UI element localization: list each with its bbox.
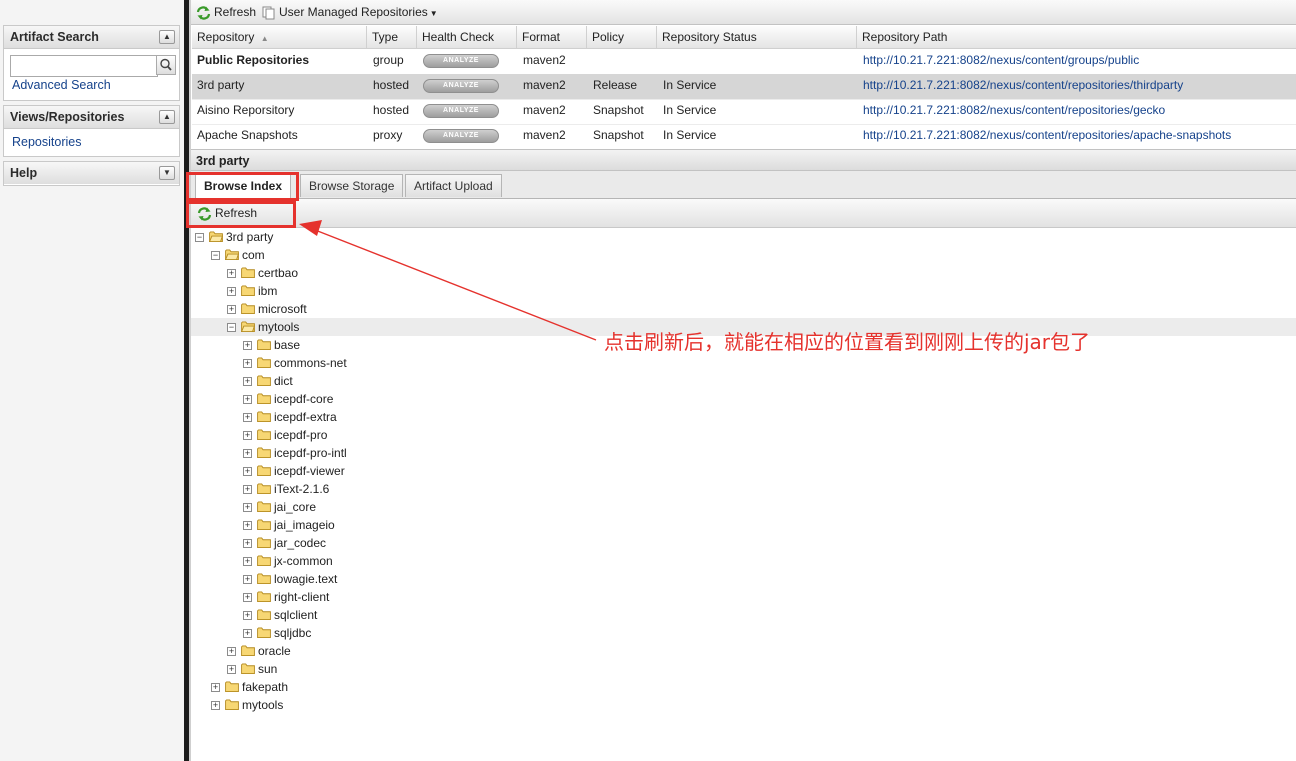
arrow-shaft bbox=[309, 227, 597, 341]
annotation-text: 点击刷新后，就能在相应的位置看到刚刚上传的jar包了 bbox=[604, 330, 1091, 354]
annotation-arrow bbox=[299, 220, 597, 341]
